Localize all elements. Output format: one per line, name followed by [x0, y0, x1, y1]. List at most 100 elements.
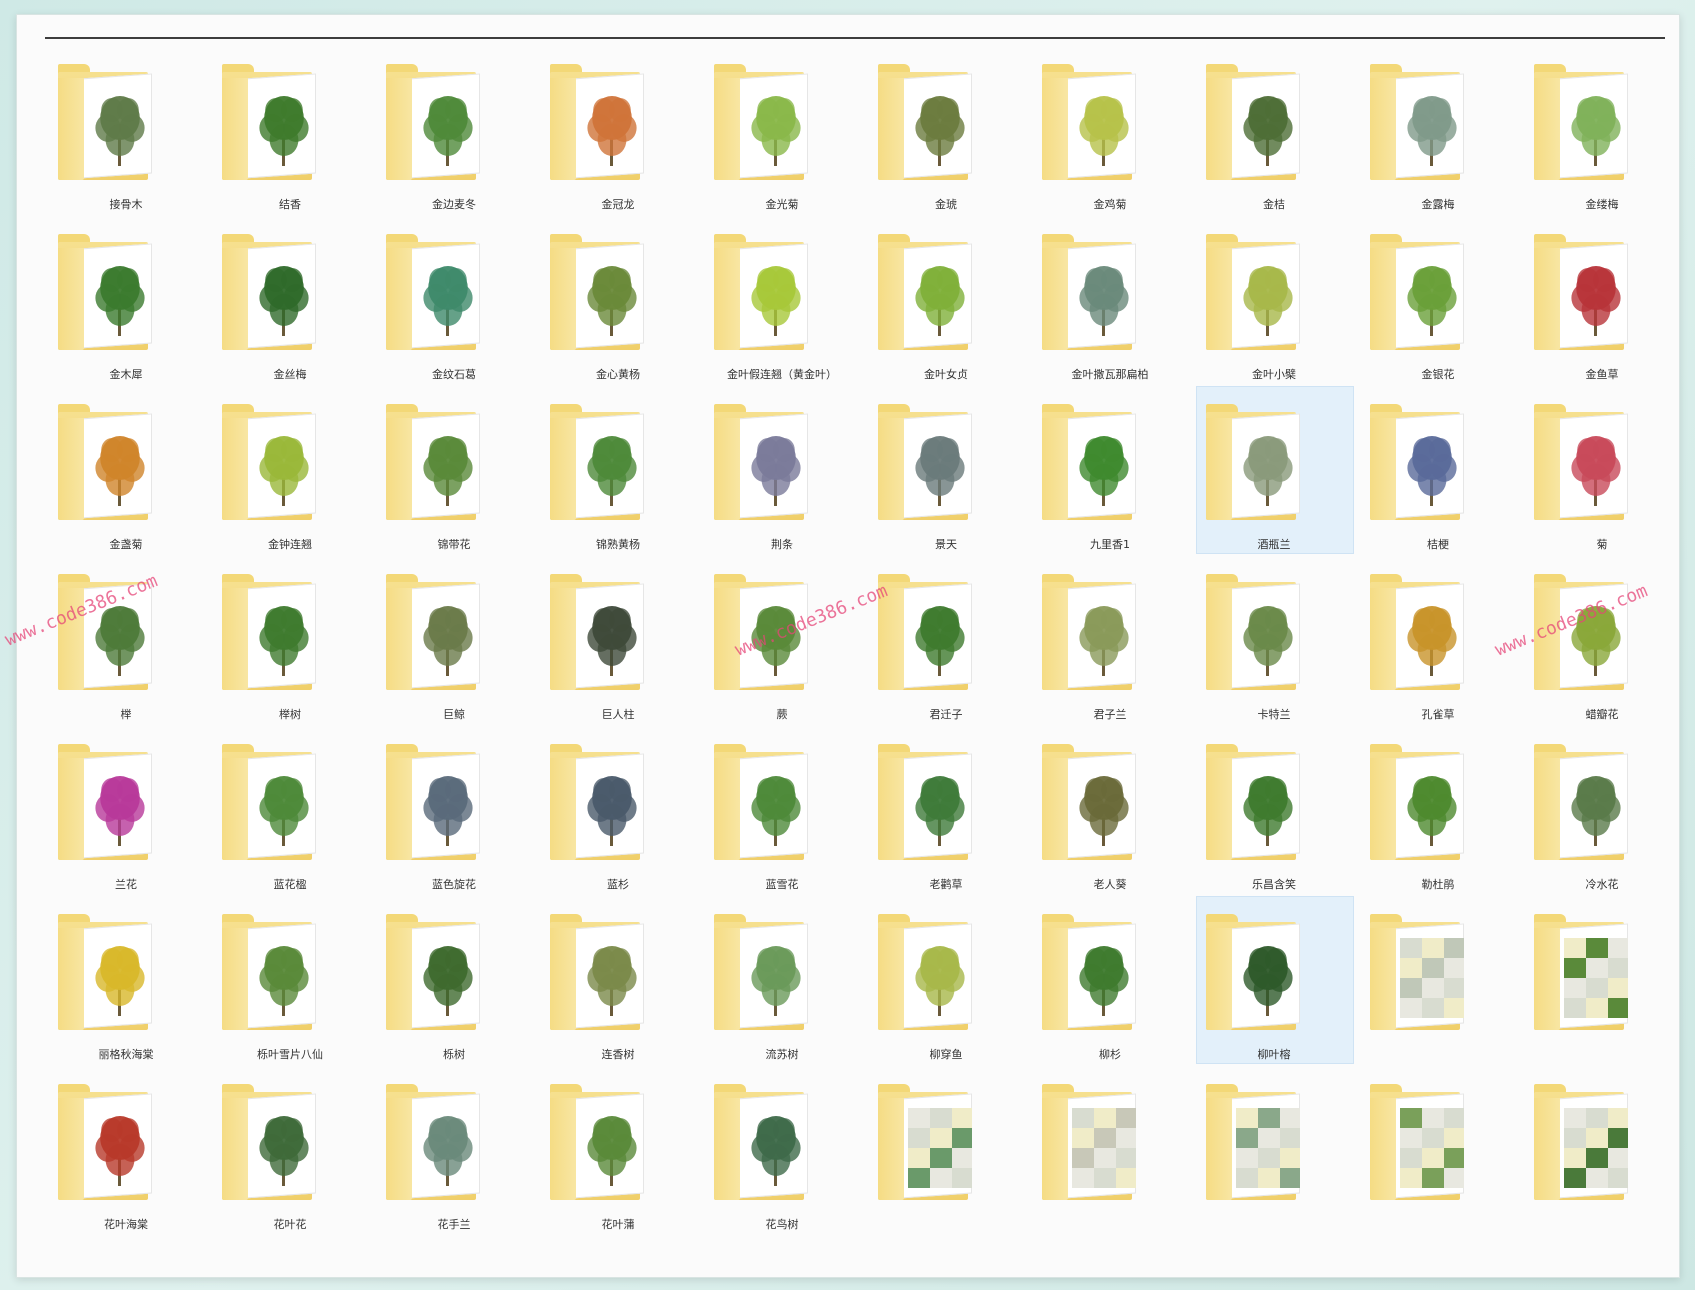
folder-item[interactable]: 老人葵 — [1028, 730, 1192, 900]
folder-item[interactable]: 菊 — [1520, 390, 1658, 560]
folder-label: 流苏树 — [765, 1048, 799, 1061]
folder-label: 菊 — [1596, 538, 1608, 551]
folder-icon — [1370, 404, 1470, 520]
plant-preview-icon — [1243, 776, 1293, 846]
plant-preview-icon — [423, 606, 473, 676]
folder-item[interactable]: 金叶撒瓦那扁柏 — [1028, 220, 1192, 390]
folder-item[interactable] — [864, 1070, 1028, 1240]
folder-item[interactable]: 榉树 — [208, 560, 372, 730]
folder-item[interactable] — [1192, 1070, 1356, 1240]
folder-item[interactable]: 酒瓶兰 — [1192, 386, 1356, 560]
folder-item[interactable]: 蓝花楹 — [208, 730, 372, 900]
plant-preview-icon — [95, 946, 145, 1016]
folder-item[interactable] — [1028, 1070, 1192, 1240]
folder-icon — [1042, 574, 1142, 690]
folder-item[interactable]: 花手兰 — [372, 1070, 536, 1240]
folder-item[interactable]: 金钟连翘 — [208, 390, 372, 560]
folder-label: 桔梗 — [1427, 538, 1449, 551]
folder-item[interactable]: 九里香1 — [1028, 390, 1192, 560]
folder-icon — [1534, 234, 1634, 350]
folder-item[interactable]: 金露梅 — [1356, 50, 1520, 220]
folder-item[interactable]: 金鱼草 — [1520, 220, 1658, 390]
folder-item[interactable]: 柳穿鱼 — [864, 900, 1028, 1070]
folder-item[interactable]: 蓝雪花 — [700, 730, 864, 900]
folder-item[interactable]: 金叶女贞 — [864, 220, 1028, 390]
folder-item[interactable]: 巨鲸 — [372, 560, 536, 730]
folder-item[interactable]: 花鸟树 — [700, 1070, 864, 1240]
folder-item[interactable]: 金银花 — [1356, 220, 1520, 390]
folder-item[interactable]: 蓝杉 — [536, 730, 700, 900]
folder-item[interactable]: 金琥 — [864, 50, 1028, 220]
folder-item[interactable]: 金木犀 — [44, 220, 208, 390]
folder-icon — [1370, 234, 1470, 350]
folder-item[interactable]: 勒杜鹃 — [1356, 730, 1520, 900]
folder-item[interactable]: 金鸡菊 — [1028, 50, 1192, 220]
folder-icon — [58, 404, 158, 520]
folder-item[interactable]: 金心黄杨 — [536, 220, 700, 390]
plant-preview-icon — [1407, 436, 1457, 506]
folder-icon — [1206, 1084, 1306, 1200]
folder-item[interactable] — [1520, 900, 1658, 1070]
folder-item[interactable]: 花叶蒲 — [536, 1070, 700, 1240]
folder-label: 蓝雪花 — [765, 878, 799, 891]
folder-icon — [222, 234, 322, 350]
folder-item[interactable]: 栎树 — [372, 900, 536, 1070]
folder-label: 勒杜鹃 — [1421, 878, 1455, 891]
folder-icon — [1042, 1084, 1142, 1200]
folder-item[interactable]: 金边麦冬 — [372, 50, 536, 220]
folder-item[interactable]: 冷水花 — [1520, 730, 1658, 900]
folder-item[interactable]: 桔梗 — [1356, 390, 1520, 560]
plant-preview-icon — [751, 266, 801, 336]
folder-item[interactable]: 金丝梅 — [208, 220, 372, 390]
folder-item[interactable]: 花叶海棠 — [44, 1070, 208, 1240]
folder-item[interactable]: 老鹳草 — [864, 730, 1028, 900]
folder-item[interactable]: 卡特兰 — [1192, 560, 1356, 730]
plant-preview-icon — [259, 946, 309, 1016]
folder-item[interactable]: 君迁子 — [864, 560, 1028, 730]
plant-preview-icon — [259, 266, 309, 336]
folder-item[interactable]: 结香 — [208, 50, 372, 220]
folder-item[interactable]: 金盏菊 — [44, 390, 208, 560]
folder-label: 花叶蒲 — [601, 1218, 635, 1231]
folder-item[interactable]: 栎叶雪片八仙 — [208, 900, 372, 1070]
folder-item[interactable]: 蓝色旋花 — [372, 730, 536, 900]
folder-item[interactable]: 接骨木 — [44, 50, 208, 220]
folder-item[interactable]: 连香树 — [536, 900, 700, 1070]
folder-item[interactable]: 花叶花 — [208, 1070, 372, 1240]
folder-icon — [714, 1084, 814, 1200]
folder-item[interactable]: 金纹石葛 — [372, 220, 536, 390]
folder-item[interactable]: 柳叶榕 — [1192, 896, 1356, 1070]
folder-item[interactable]: 丽格秋海棠 — [44, 900, 208, 1070]
folder-item[interactable] — [1520, 1070, 1658, 1240]
plant-preview-icon — [423, 266, 473, 336]
folder-item[interactable] — [1356, 900, 1520, 1070]
plant-preview-icon — [915, 946, 965, 1016]
folder-item[interactable]: 金桔 — [1192, 50, 1356, 220]
folder-item[interactable]: 锦带花 — [372, 390, 536, 560]
folder-label: 连香树 — [601, 1048, 635, 1061]
folder-label: 金叶撒瓦那扁柏 — [1071, 368, 1149, 381]
folder-icon — [1042, 914, 1142, 1030]
plant-preview-icon — [915, 96, 965, 166]
folder-item[interactable]: 流苏树 — [700, 900, 864, 1070]
folder-item[interactable]: 金光菊 — [700, 50, 864, 220]
folder-item[interactable]: 君子兰 — [1028, 560, 1192, 730]
folder-item[interactable]: 蕨 — [700, 560, 864, 730]
folder-item[interactable]: 金冠龙 — [536, 50, 700, 220]
folder-label: 锦熟黄杨 — [596, 538, 640, 551]
plant-preview-icon — [423, 96, 473, 166]
folder-item[interactable]: 锦熟黄杨 — [536, 390, 700, 560]
folder-item[interactable]: 金叶假连翘（黄金叶） — [700, 220, 864, 390]
folder-item[interactable]: 柳杉 — [1028, 900, 1192, 1070]
folder-label: 蜡瓣花 — [1585, 708, 1619, 721]
folder-item[interactable]: 金叶小檗 — [1192, 220, 1356, 390]
folder-item[interactable]: 乐昌含笑 — [1192, 730, 1356, 900]
folder-item[interactable]: 金缕梅 — [1520, 50, 1658, 220]
folder-item[interactable] — [1356, 1070, 1520, 1240]
folder-item[interactable]: 景天 — [864, 390, 1028, 560]
folder-item[interactable]: 荆条 — [700, 390, 864, 560]
folder-icon — [222, 574, 322, 690]
folder-icon — [1370, 914, 1470, 1030]
folder-item[interactable]: 兰花 — [44, 730, 208, 900]
folder-item[interactable]: 巨人柱 — [536, 560, 700, 730]
